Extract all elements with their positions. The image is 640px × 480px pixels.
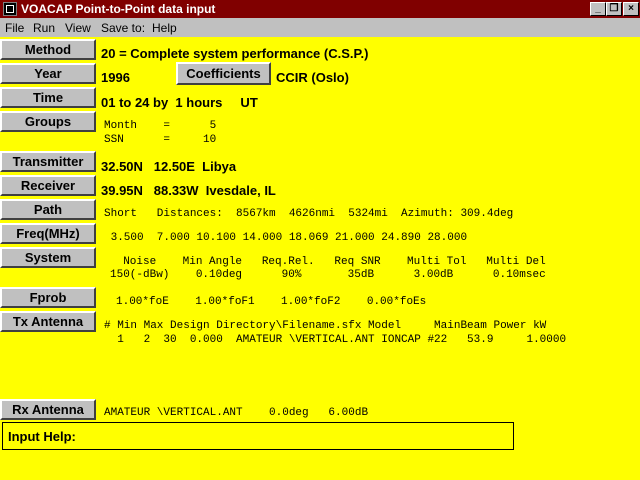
transmitter-value: 32.50N 12.50E Libya [101, 159, 237, 174]
system-button[interactable]: System [0, 247, 96, 268]
minimize-button[interactable]: _ [590, 2, 606, 16]
receiver-value: 39.95N 88.33W Ivesdale, IL [101, 183, 276, 198]
transmitter-button[interactable]: Transmitter [0, 151, 96, 172]
title-bar: VOACAP Point-to-Point data input _ ❐ × [0, 0, 640, 18]
menu-save-to[interactable]: Save to: [101, 21, 145, 35]
menu-file[interactable]: File [5, 21, 24, 35]
menu-help[interactable]: Help [152, 21, 177, 35]
method-value: 20 = Complete system performance (C.S.P.… [101, 46, 369, 61]
menu-run[interactable]: Run [33, 21, 55, 35]
freq-value: 3.500 7.000 10.100 14.000 18.069 21.000 … [104, 232, 468, 244]
time-value: 01 to 24 by 1 hours UT [101, 95, 258, 110]
system-header: Noise Min Angle Req.Rel. Req SNR Multi T… [110, 256, 546, 268]
content-area: Method Year Time Groups Transmitter Rece… [0, 37, 640, 480]
coefficients-button[interactable]: Coefficients [176, 62, 271, 85]
coefficients-value: CCIR (Oslo) [276, 70, 349, 85]
close-button[interactable]: × [623, 2, 639, 16]
freq-button[interactable]: Freq(MHz) [0, 223, 96, 244]
window-title: VOACAP Point-to-Point data input [21, 2, 216, 16]
input-help-label: Input Help: [8, 429, 76, 444]
groups-month: Month = 5 [104, 120, 217, 132]
tx-antenna-row: 1 2 30 0.000 AMATEUR \VERTICAL.ANT IONCA… [104, 334, 567, 346]
path-button[interactable]: Path [0, 199, 96, 220]
fprob-value: 1.00*foE 1.00*foF1 1.00*foF2 0.00*foEs [116, 296, 427, 308]
receiver-button[interactable]: Receiver [0, 175, 96, 196]
method-button[interactable]: Method [0, 39, 96, 60]
menu-view[interactable]: View [65, 21, 91, 35]
path-value: Short Distances: 8567km 4626nmi 5324mi A… [104, 208, 514, 220]
rx-antenna-value: AMATEUR \VERTICAL.ANT 0.0deg 6.00dB [104, 407, 369, 419]
groups-ssn: SSN = 10 [104, 134, 217, 146]
groups-button[interactable]: Groups [0, 111, 96, 132]
tx-antenna-button[interactable]: Tx Antenna [0, 311, 96, 332]
fprob-button[interactable]: Fprob [0, 287, 96, 308]
input-help-box: Input Help: [2, 422, 514, 450]
year-value: 1996 [101, 70, 130, 85]
year-button[interactable]: Year [0, 63, 96, 84]
rx-antenna-button[interactable]: Rx Antenna [0, 399, 96, 420]
tx-antenna-header: # Min Max Design Directory\Filename.sfx … [104, 320, 547, 332]
system-values: 150(-dBw) 0.10deg 90% 35dB 3.00dB 0.10ms… [110, 269, 546, 281]
time-button[interactable]: Time [0, 87, 96, 108]
menu-bar: File Run View Save to: Help [0, 18, 640, 37]
restore-button[interactable]: ❐ [606, 2, 622, 16]
app-icon[interactable] [3, 2, 17, 16]
